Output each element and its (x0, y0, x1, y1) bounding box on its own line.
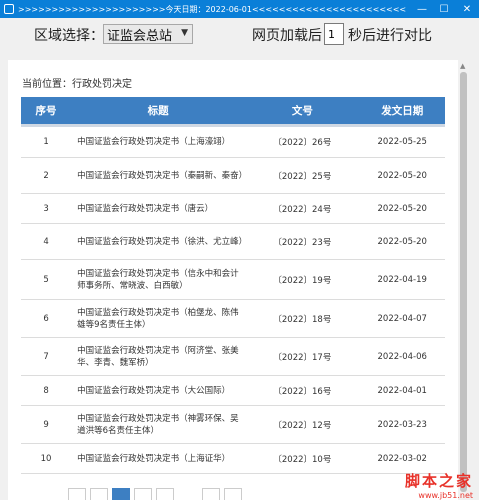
cell-seq: 8 (21, 375, 72, 406)
cell-title-link[interactable]: 中国证监会行政处罚决定书（柏堡龙、陈伟雄等9名责任主体） (71, 299, 246, 338)
cell-doc-number: 〔2022〕26号 (245, 125, 360, 158)
pager-button[interactable] (202, 488, 220, 500)
cell-seq: 4 (21, 223, 72, 260)
cell-title-link[interactable]: 中国证监会行政处罚决定书（上海证华） (71, 443, 246, 474)
pager-button[interactable] (90, 488, 108, 500)
region-label: 区域选择： (34, 28, 104, 44)
cell-seq: 1 (21, 125, 72, 158)
cell-doc-number: 〔2022〕23号 (245, 223, 360, 260)
pager-current-page[interactable] (112, 488, 130, 500)
cell-date: 2022-05-25 (359, 125, 445, 158)
cell-date: 2022-04-06 (359, 337, 445, 376)
pagination (68, 488, 242, 500)
web-view[interactable]: 当前位置：行政处罚决定 序号 标题 文号 发文日期 1 中国证监会行政处罚决定书… (8, 60, 469, 500)
cell-doc-number: 〔2022〕24号 (245, 193, 360, 224)
cell-date: 2022-04-01 (359, 375, 445, 406)
table-row: 6 中国证监会行政处罚决定书（柏堡龙、陈伟雄等9名责任主体） 〔2022〕18号… (21, 299, 445, 338)
minimize-button[interactable]: — (411, 0, 433, 18)
control-bar: 区域选择： 证监会总站 ▼ 网页加载后 1 秒后进行对比 (0, 18, 479, 56)
watermark-url: www.jb51.net (418, 491, 473, 500)
cell-doc-number: 〔2022〕25号 (245, 157, 360, 194)
delay-seconds-input[interactable]: 1 (324, 23, 344, 45)
cell-seq: 10 (21, 443, 72, 474)
close-button[interactable]: ✕ (455, 0, 479, 18)
scrollbar-thumb[interactable] (460, 72, 467, 492)
vertical-scrollbar[interactable]: ▲ (458, 60, 469, 500)
cell-seq: 9 (21, 405, 72, 444)
delay-label-prefix: 网页加载后 (252, 28, 322, 44)
header-doc-number: 文号 (245, 97, 360, 127)
cell-doc-number: 〔2022〕12号 (245, 405, 360, 444)
table-row: 5 中国证监会行政处罚决定书（信永中和会计师事务所、常晓波、白西敏） 〔2022… (21, 259, 445, 300)
pager-next-button[interactable] (224, 488, 242, 500)
pager-button[interactable] (156, 488, 174, 500)
pager-button[interactable] (134, 488, 152, 500)
delay-label-suffix: 秒后进行对比 (348, 28, 432, 44)
watermark-logo: 脚本之家 www.jb51.net (405, 470, 473, 500)
cell-doc-number: 〔2022〕18号 (245, 299, 360, 338)
table-row: 10 中国证监会行政处罚决定书（上海证华） 〔2022〕10号 2022-03-… (21, 443, 445, 474)
cell-doc-number: 〔2022〕17号 (245, 337, 360, 376)
table-row: 3 中国证监会行政处罚决定书（唐云） 〔2022〕24号 2022-05-20 (21, 193, 445, 224)
region-select-value: 证监会总站 (107, 28, 173, 44)
cell-title-link[interactable]: 中国证监会行政处罚决定书（唐云） (71, 193, 246, 224)
table-row: 7 中国证监会行政处罚决定书（阿济堂、张美华、李青、魏军桥） 〔2022〕17号… (21, 337, 445, 376)
watermark-text: 脚本之家 (404, 472, 473, 490)
cell-title-link[interactable]: 中国证监会行政处罚决定书（神雾环保、吴道洪等6名责任主体） (71, 405, 246, 444)
cell-seq: 5 (21, 259, 72, 300)
breadcrumb: 当前位置：行政处罚决定 (22, 79, 132, 90)
region-select[interactable]: 证监会总站 ▼ (103, 24, 193, 44)
maximize-button[interactable]: ☐ (433, 0, 455, 18)
cell-date: 2022-05-20 (359, 193, 445, 224)
header-seq: 序号 (21, 97, 72, 127)
cell-title-link[interactable]: 中国证监会行政处罚决定书（徐洪、尤立峰） (71, 223, 247, 260)
cell-doc-number: 〔2022〕10号 (245, 443, 360, 474)
cell-doc-number: 〔2022〕19号 (245, 259, 360, 300)
cell-title-link[interactable]: 中国证监会行政处罚决定书（阿济堂、张美华、李青、魏军桥） (71, 337, 246, 376)
header-date: 发文日期 (359, 97, 445, 127)
header-title: 标题 (71, 97, 246, 127)
window-titlebar: >>>>>>>>>>>>>>>>>>>>>>今天日期：2022-06-01<<<… (0, 0, 479, 18)
cell-title-link[interactable]: 中国证监会行政处罚决定书（大公国际） (71, 375, 246, 406)
cell-title-link[interactable]: 中国证监会行政处罚决定书（秦嗣新、秦奋） (71, 157, 247, 194)
cell-seq: 6 (21, 299, 72, 338)
cell-seq: 3 (21, 193, 72, 224)
cell-date: 2022-05-20 (359, 223, 445, 260)
scroll-up-icon[interactable]: ▲ (460, 62, 465, 70)
table-row: 8 中国证监会行政处罚决定书（大公国际） 〔2022〕16号 2022-04-0… (21, 375, 445, 406)
penalty-table: 序号 标题 文号 发文日期 1 中国证监会行政处罚决定书（上海濠翊） 〔2022… (21, 97, 445, 474)
table-row: 9 中国证监会行政处罚决定书（神雾环保、吴道洪等6名责任主体） 〔2022〕12… (21, 405, 445, 444)
cell-date: 2022-03-02 (359, 443, 445, 474)
table-row: 1 中国证监会行政处罚决定书（上海濠翊） 〔2022〕26号 2022-05-2… (21, 125, 445, 158)
cell-seq: 2 (21, 157, 72, 194)
chevron-down-icon: ▼ (181, 28, 188, 38)
cell-title-link[interactable]: 中国证监会行政处罚决定书（信永中和会计师事务所、常晓波、白西敏） (71, 259, 246, 300)
cell-date: 2022-05-20 (359, 157, 445, 194)
cell-date: 2022-04-07 (359, 299, 445, 338)
window-title: >>>>>>>>>>>>>>>>>>>>>>今天日期：2022-06-01<<<… (18, 4, 407, 14)
cell-seq: 7 (21, 337, 72, 376)
pager-prev-button[interactable] (68, 488, 86, 500)
cell-title-link[interactable]: 中国证监会行政处罚决定书（上海濠翊） (71, 125, 246, 158)
table-row: 4 中国证监会行政处罚决定书（徐洪、尤立峰） 〔2022〕23号 2022-05… (21, 223, 445, 260)
cell-date: 2022-04-19 (359, 259, 445, 300)
cell-doc-number: 〔2022〕16号 (245, 375, 360, 406)
table-row: 2 中国证监会行政处罚决定书（秦嗣新、秦奋） 〔2022〕25号 2022-05… (21, 157, 445, 194)
app-icon (4, 4, 14, 14)
cell-date: 2022-03-23 (359, 405, 445, 444)
